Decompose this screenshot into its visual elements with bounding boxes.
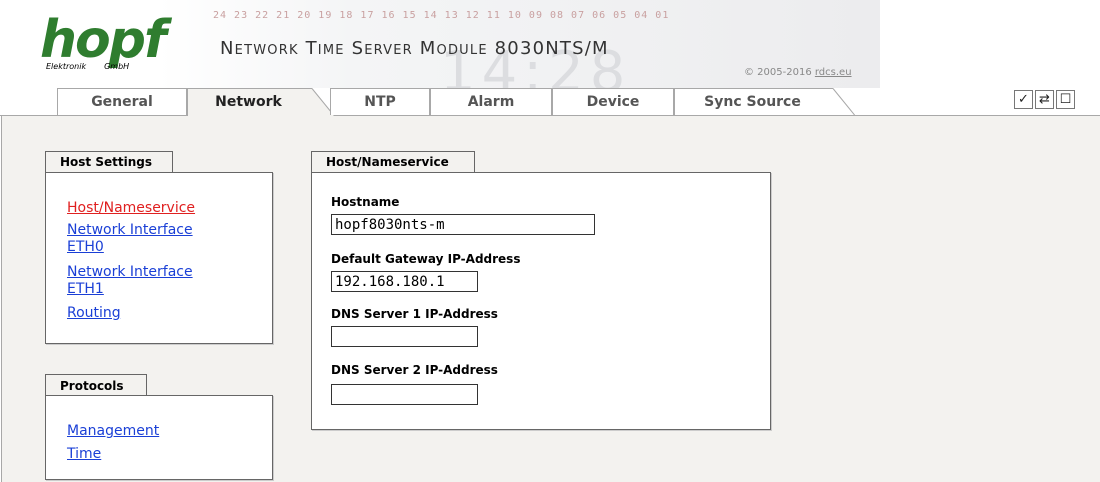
refresh-icon[interactable]: ⇄ [1035, 90, 1054, 109]
nav-management[interactable]: Management [67, 423, 159, 440]
save-icon[interactable]: ☐ [1056, 90, 1075, 109]
nav-network-interface-eth1[interactable]: Network Interface ETH1 [67, 264, 193, 298]
check-icon[interactable]: ✓ [1014, 90, 1033, 109]
tab-device[interactable]: Device [552, 88, 674, 115]
nav-host-nameservice[interactable]: Host/Nameservice [67, 200, 195, 217]
host-settings-title: Host Settings [45, 151, 173, 173]
dns1-input[interactable] [331, 326, 478, 347]
tab-ntp[interactable]: NTP [330, 88, 430, 115]
toolbar: ✓ ⇄ ☐ [1014, 90, 1075, 109]
tab-general[interactable]: General [57, 88, 187, 115]
logo-text: hopf [40, 10, 167, 70]
dns1-label: DNS Server 1 IP-Address [331, 307, 498, 321]
nav-eth1-line1: Network Interface [67, 264, 193, 280]
dns2-label: DNS Server 2 IP-Address [331, 363, 498, 377]
hopf-logo: hopf Elektronik GmbH [40, 14, 180, 76]
nav-routing[interactable]: Routing [67, 305, 121, 322]
module-title: Network Time Server Module 8030NTS/M [220, 38, 609, 59]
logo-subline: Elektronik GmbH [46, 62, 147, 71]
nav-network-interface-eth0[interactable]: Network Interface ETH0 [67, 222, 193, 256]
copyright-link[interactable]: rdcs.eu [815, 67, 852, 78]
form-title: Host/Nameservice [311, 151, 475, 173]
copyright-text: © 2005-2016 [744, 67, 812, 78]
nav-eth0-line1: Network Interface [67, 222, 193, 238]
tab-sync-source-slant [829, 88, 855, 116]
logo-sub-left: Elektronik [46, 62, 87, 71]
protocols-title: Protocols [45, 374, 147, 396]
header-banner: 24 23 22 21 20 19 18 17 16 15 14 13 12 1… [0, 0, 880, 105]
nav-eth1-line2: ETH1 [67, 281, 104, 297]
hostname-label: Hostname [331, 195, 400, 209]
tab-sync-source[interactable]: Sync Source [674, 88, 830, 115]
tab-network[interactable]: Network [187, 88, 309, 116]
nav-time[interactable]: Time [67, 446, 101, 463]
copyright: © 2005-2016 rdcs.eu [744, 67, 852, 78]
tab-alarm[interactable]: Alarm [430, 88, 552, 115]
nav-eth0-line2: ETH0 [67, 239, 104, 255]
gateway-input[interactable] [331, 271, 478, 292]
header-numbers-decoration: 24 23 22 21 20 19 18 17 16 15 14 13 12 1… [213, 10, 670, 21]
gateway-label: Default Gateway IP-Address [331, 252, 521, 266]
logo-sub-right: GmbH [104, 62, 130, 71]
dns2-input[interactable] [331, 384, 478, 405]
hostname-input[interactable] [331, 214, 595, 235]
